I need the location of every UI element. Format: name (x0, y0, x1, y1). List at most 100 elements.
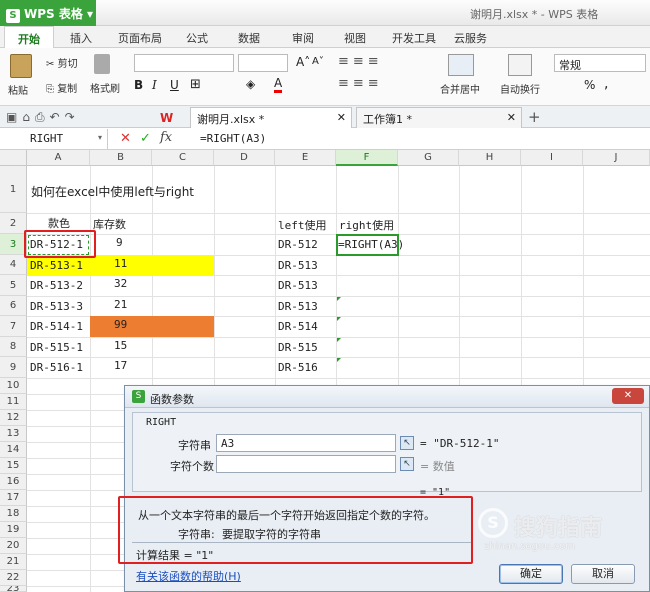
comma-button[interactable]: , (604, 76, 608, 92)
cell-a4[interactable]: DR-513-1 (30, 259, 83, 272)
row-header[interactable]: 15 (0, 458, 27, 474)
column-header-i[interactable]: I (521, 150, 583, 166)
cell-b2[interactable]: 库存数 (93, 216, 126, 232)
cell-b9[interactable]: 17 (114, 359, 127, 372)
arg2-input[interactable] (216, 455, 396, 473)
chevron-down-icon[interactable]: ▾ (98, 133, 102, 142)
underline-button[interactable]: U (170, 78, 179, 92)
cell-b5[interactable]: 32 (114, 277, 127, 290)
number-format-dropdown[interactable]: 常规 (554, 54, 646, 72)
format-painter-icon[interactable] (94, 54, 110, 74)
cell-a1[interactable]: 如何在excel中使用left与right (31, 183, 194, 200)
row-header[interactable]: 13 (0, 426, 27, 442)
row-header[interactable]: 7 (0, 316, 27, 337)
cell-b6[interactable]: 21 (114, 298, 127, 311)
column-header-h[interactable]: H (459, 150, 521, 166)
row-header[interactable]: 21 (0, 554, 27, 570)
merge-center-icon[interactable] (448, 54, 474, 76)
cell-e9[interactable]: DR-516 (278, 361, 318, 374)
font-color-icon[interactable]: A (274, 76, 283, 93)
cell-e5[interactable]: DR-513 (278, 279, 318, 292)
row-header[interactable]: 4 (0, 255, 27, 275)
tab-insert[interactable]: 插入 (70, 30, 92, 46)
doc-tab-workbook1[interactable]: 工作簿1 * ✕ (356, 107, 522, 128)
font-shrink-icon[interactable]: A˅ (312, 56, 324, 67)
font-name-dropdown[interactable] (134, 54, 234, 72)
tab-data[interactable]: 数据 (238, 30, 260, 46)
border-icon[interactable]: ⊞ (190, 77, 201, 92)
select-all-corner[interactable] (0, 150, 27, 166)
row-header[interactable]: 8 (0, 337, 27, 357)
row-header[interactable]: 9 (0, 357, 27, 378)
row-header[interactable]: 19 (0, 522, 27, 538)
cell-e2[interactable]: left使用 (278, 217, 327, 233)
row-header[interactable]: 5 (0, 275, 27, 296)
tab-formulas[interactable]: 公式 (186, 30, 208, 46)
fill-color-icon[interactable]: ◈ (246, 77, 255, 91)
row-header[interactable]: 17 (0, 490, 27, 506)
row-header[interactable]: 2 (0, 213, 27, 234)
bold-button[interactable]: B (134, 78, 143, 92)
cell-b8[interactable]: 15 (114, 339, 127, 352)
column-header-g[interactable]: G (398, 150, 459, 166)
tab-developer[interactable]: 开发工具 (392, 30, 436, 46)
font-size-dropdown[interactable] (238, 54, 288, 72)
row-header[interactable]: 1 (0, 166, 27, 213)
wrap-text-button[interactable]: 自动换行 (500, 81, 540, 96)
cell-f2[interactable]: right使用 (339, 217, 394, 233)
copy-button[interactable]: ⎘ 复制 (46, 80, 77, 95)
row-header[interactable]: 16 (0, 474, 27, 490)
format-painter-button[interactable]: 格式刷 (90, 80, 120, 95)
row-header[interactable]: 18 (0, 506, 27, 522)
row-header[interactable]: 20 (0, 538, 27, 554)
cell-a2[interactable]: 款色 (48, 215, 70, 231)
range-picker-icon[interactable]: ↖ (400, 457, 414, 471)
close-icon[interactable]: ✕ (507, 111, 516, 124)
cell-e8[interactable]: DR-515 (278, 341, 318, 354)
error-indicator-icon[interactable] (337, 297, 341, 301)
doc-tab-active[interactable]: 谢明月.xlsx * ✕ (190, 107, 352, 128)
align-top-icons[interactable]: ≡≡≡ (338, 54, 383, 69)
error-indicator-icon[interactable] (337, 358, 341, 362)
merge-center-button[interactable]: 合并居中 (440, 81, 480, 96)
close-icon[interactable]: ✕ (337, 111, 346, 124)
confirm-formula-icon[interactable]: ✓ (140, 131, 151, 146)
cell-e4[interactable]: DR-513 (278, 259, 318, 272)
cell-a6[interactable]: DR-513-3 (30, 300, 83, 313)
cell-b4[interactable]: 11 (114, 257, 127, 270)
tab-cloud[interactable]: 云服务 (454, 30, 487, 46)
error-indicator-icon[interactable] (337, 317, 341, 321)
name-box[interactable]: RIGHT (0, 129, 108, 149)
row-header[interactable]: 12 (0, 410, 27, 426)
cell-a7[interactable]: DR-514-1 (30, 320, 83, 333)
row-header-active[interactable]: 3 (0, 234, 27, 255)
help-link[interactable]: 有关该函数的帮助(H) (136, 568, 241, 584)
cancel-button[interactable]: 取消 (571, 564, 635, 584)
column-header-a[interactable]: A (27, 150, 90, 166)
align-horizontal-icons[interactable]: ≡≡≡ (338, 76, 383, 91)
row-header[interactable]: 10 (0, 378, 27, 394)
percent-button[interactable]: % (584, 78, 595, 92)
column-header-b[interactable]: B (90, 150, 152, 166)
column-header-j[interactable]: J (583, 150, 650, 166)
wrap-text-icon[interactable] (508, 54, 532, 76)
row-header[interactable]: 11 (0, 394, 27, 410)
row-header[interactable]: 22 (0, 570, 27, 586)
column-header-e[interactable]: E (275, 150, 336, 166)
cell-a5[interactable]: DR-513-2 (30, 279, 83, 292)
column-header-d[interactable]: D (214, 150, 275, 166)
cancel-formula-icon[interactable]: ✕ (120, 131, 131, 146)
tab-review[interactable]: 审阅 (292, 30, 314, 46)
new-tab-icon[interactable]: + (528, 108, 541, 126)
formula-input[interactable]: =RIGHT(A3) (200, 132, 266, 145)
close-icon[interactable]: ✕ (612, 388, 644, 404)
column-header-f[interactable]: F (336, 150, 398, 166)
column-header-c[interactable]: C (152, 150, 214, 166)
range-picker-icon[interactable]: ↖ (400, 436, 414, 450)
cell-e3[interactable]: DR-512 (278, 238, 318, 251)
tab-view[interactable]: 视图 (344, 30, 366, 46)
fx-icon[interactable]: fx (160, 130, 172, 145)
cut-button[interactable]: ✂ 剪切 (46, 55, 78, 70)
dialog-titlebar[interactable] (125, 386, 649, 408)
italic-button[interactable]: I (152, 78, 157, 92)
